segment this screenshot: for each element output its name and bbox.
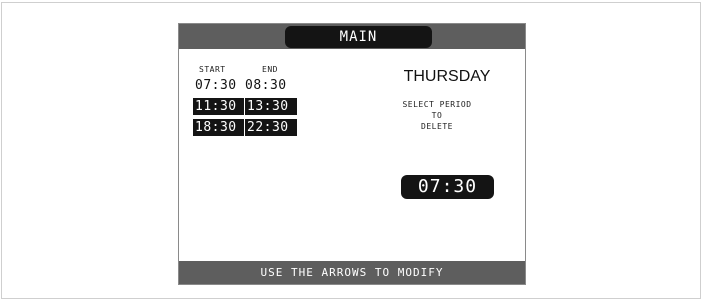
period-1-end[interactable]: 08:30 — [243, 77, 289, 94]
period-2-end[interactable]: 13:30 — [245, 98, 297, 115]
page-title: MAIN — [285, 26, 432, 48]
selected-time-value[interactable]: 07:30 — [401, 175, 494, 199]
instruction-line-3: DELETE — [421, 122, 453, 131]
instruction-line-2: TO — [431, 111, 443, 120]
day-label: THURSDAY — [403, 68, 491, 85]
instruction-line-1: SELECT PERIOD — [402, 100, 472, 109]
period-3-end[interactable]: 22:30 — [245, 119, 297, 136]
footer-hint: USE THE ARROWS TO MODIFY — [179, 261, 525, 284]
start-column-header: START — [199, 65, 226, 74]
period-1-start[interactable]: 07:30 — [193, 77, 239, 94]
title-bar: MAIN — [179, 24, 525, 49]
period-2-start[interactable]: 11:30 — [193, 98, 244, 115]
period-3-start[interactable]: 18:30 — [193, 119, 244, 136]
device-screen: MAIN START END 07:30 08:30 11:30 13:30 1… — [178, 23, 526, 285]
end-column-header: END — [262, 65, 278, 74]
